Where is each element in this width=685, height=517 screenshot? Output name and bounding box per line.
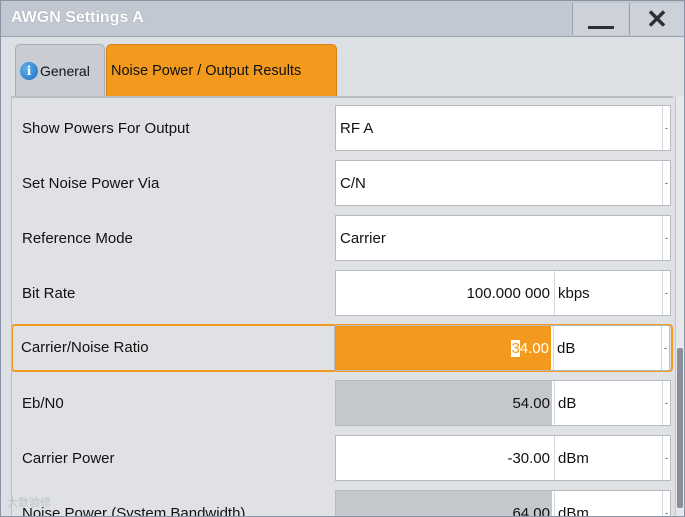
dropdown-icon[interactable]: - xyxy=(662,271,670,315)
row-eb-n0: Eb/N0 54.00 dB - xyxy=(12,373,673,428)
row-set-noise-power: Set Noise Power Via C/N - xyxy=(12,153,673,208)
dropdown-icon[interactable]: - xyxy=(662,106,670,150)
tab-noise-power-output-results[interactable]: Noise Power / Output Results xyxy=(106,44,337,96)
carrier-noise-value-rest: 4.00 xyxy=(519,339,549,357)
eb-n0-value: 54.00 xyxy=(336,381,552,425)
noise-power-unit[interactable]: dBm xyxy=(554,491,666,516)
set-noise-value: C/N xyxy=(340,174,366,192)
row-carrier-noise-ratio: Carrier/Noise Ratio 3 4.00 dB - xyxy=(12,324,673,372)
set-noise-label: Set Noise Power Via xyxy=(22,174,160,192)
dropdown-icon[interactable]: - xyxy=(662,436,670,480)
eb-n0-label: Eb/N0 xyxy=(22,394,64,412)
settings-panel: Show Powers For Output RF A - Set Noise … xyxy=(11,96,673,517)
noise-power-label: Noise Power (System Bandwidth) xyxy=(22,504,246,517)
carrier-noise-value[interactable]: 3 4.00 xyxy=(335,326,551,370)
row-bit-rate: Bit Rate 100.000 000 kbps - xyxy=(12,263,673,318)
row-noise-power: Noise Power (System Bandwidth) 64.00 dBm… xyxy=(12,483,673,517)
eb-n0-unit[interactable]: dB xyxy=(554,381,666,425)
dropdown-icon[interactable]: - xyxy=(662,216,670,260)
carrier-power-input[interactable]: -30.00 dBm - xyxy=(335,435,671,481)
vertical-scrollbar[interactable] xyxy=(675,96,684,516)
carrier-power-label: Carrier Power xyxy=(22,449,115,467)
tab-general[interactable]: i General xyxy=(15,44,105,96)
carrier-noise-label: Carrier/Noise Ratio xyxy=(21,338,149,356)
close-button[interactable]: ✕ xyxy=(629,3,684,35)
eb-n0-field[interactable]: 54.00 dB - xyxy=(335,380,671,426)
scrollbar-thumb[interactable] xyxy=(677,348,683,508)
noise-power-value: 64.00 xyxy=(336,491,552,516)
show-powers-select[interactable]: RF A - xyxy=(335,105,671,151)
show-powers-value: RF A xyxy=(340,119,374,137)
tab-noise-label: Noise Power / Output Results xyxy=(111,62,302,79)
bit-rate-label: Bit Rate xyxy=(22,284,76,302)
row-carrier-power: Carrier Power -30.00 dBm - xyxy=(12,428,673,483)
dropdown-icon[interactable]: - xyxy=(662,491,670,516)
show-powers-label: Show Powers For Output xyxy=(22,119,190,137)
row-reference-mode: Reference Mode Carrier - xyxy=(12,208,673,263)
noise-power-field[interactable]: 64.00 dBm - xyxy=(335,490,671,516)
row-show-powers: Show Powers For Output RF A - xyxy=(12,98,673,153)
set-noise-select[interactable]: C/N - xyxy=(335,160,671,206)
minimize-button[interactable] xyxy=(572,3,628,35)
title-bar[interactable]: AWGN Settings A ✕ xyxy=(1,1,684,37)
dropdown-icon[interactable]: - xyxy=(662,161,670,205)
tab-bar: i General Noise Power / Output Results xyxy=(1,38,684,96)
close-icon: ✕ xyxy=(646,4,668,34)
watermark: 大数验修 xyxy=(7,497,51,509)
carrier-noise-unit[interactable]: dB xyxy=(553,326,665,370)
dropdown-icon[interactable]: - xyxy=(661,326,669,370)
bit-rate-value[interactable]: 100.000 000 xyxy=(336,271,552,315)
carrier-noise-input[interactable]: 3 4.00 dB - xyxy=(334,325,670,371)
minimize-icon xyxy=(587,25,614,29)
tab-general-label: General xyxy=(40,62,90,79)
text-cursor: 3 xyxy=(511,339,520,357)
awgn-settings-window: AWGN Settings A ✕ i General Noise Power … xyxy=(0,0,685,517)
reference-mode-select[interactable]: Carrier - xyxy=(335,215,671,261)
bit-rate-input[interactable]: 100.000 000 kbps - xyxy=(335,270,671,316)
dropdown-icon[interactable]: - xyxy=(662,381,670,425)
window-title: AWGN Settings A xyxy=(11,9,144,26)
carrier-power-unit[interactable]: dBm xyxy=(554,436,666,480)
bit-rate-unit[interactable]: kbps xyxy=(554,271,666,315)
info-icon: i xyxy=(20,61,38,80)
reference-mode-label: Reference Mode xyxy=(22,229,133,247)
carrier-power-value[interactable]: -30.00 xyxy=(336,436,552,480)
reference-mode-value: Carrier xyxy=(340,229,386,247)
